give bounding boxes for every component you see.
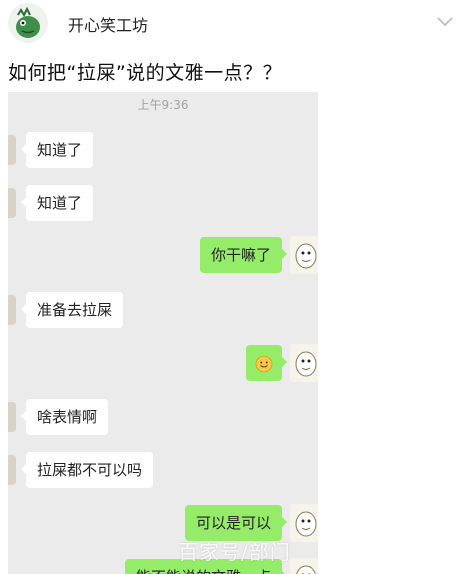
message-bubble[interactable]: 啥表情啊 — [20, 399, 109, 435]
author-name[interactable]: 开心笑工坊 — [68, 12, 148, 36]
message-bubble[interactable]: 知道了 — [20, 185, 94, 221]
author-avatar[interactable] — [8, 3, 48, 43]
contact-avatar — [8, 135, 16, 165]
cartoon-avatar-icon — [290, 236, 318, 274]
message-incoming: 知道了 — [8, 185, 94, 221]
message-incoming: 啥表情啊 — [8, 399, 109, 435]
user-avatar — [290, 558, 318, 574]
message-incoming: 拉屎都不可以吗 — [8, 452, 154, 488]
user-avatar — [290, 344, 318, 382]
cartoon-avatar-icon — [290, 344, 318, 382]
chevron-down-icon[interactable] — [434, 10, 456, 32]
message-bubble[interactable]: 你干嘛了 — [199, 237, 288, 273]
message-bubble[interactable] — [246, 345, 287, 381]
user-avatar — [290, 504, 318, 542]
chat-timestamp: 上午9:36 — [137, 98, 189, 112]
contact-avatar — [8, 188, 16, 218]
message-incoming: 准备去拉屎 — [8, 292, 124, 328]
post-title: 如何把“拉屎”说的文雅一点？？ — [8, 62, 283, 84]
message-outgoing — [246, 344, 318, 382]
green-dinosaur-avatar-icon — [8, 3, 48, 43]
message-bubble[interactable]: 拉屎都不可以吗 — [20, 452, 154, 488]
contact-avatar — [8, 455, 16, 485]
user-avatar — [290, 236, 318, 274]
contact-avatar — [8, 295, 16, 325]
watermark: 百家号/部门 — [178, 540, 291, 564]
chat-screenshot: 上午9:36 知道了 知道了 你干嘛了 准备去拉屎 啥表情啊 拉屎都不可以吗 可… — [8, 92, 318, 574]
cartoon-avatar-icon — [290, 504, 318, 542]
cartoon-avatar-icon — [290, 558, 318, 574]
contact-avatar — [8, 402, 16, 432]
message-bubble[interactable]: 准备去拉屎 — [20, 292, 124, 328]
post-header: 开心笑工坊 — [0, 0, 468, 46]
message-incoming: 知道了 — [8, 132, 94, 168]
smile-emoji-icon — [255, 355, 273, 372]
message-bubble[interactable]: 知道了 — [20, 132, 94, 168]
message-outgoing: 你干嘛了 — [199, 236, 318, 274]
